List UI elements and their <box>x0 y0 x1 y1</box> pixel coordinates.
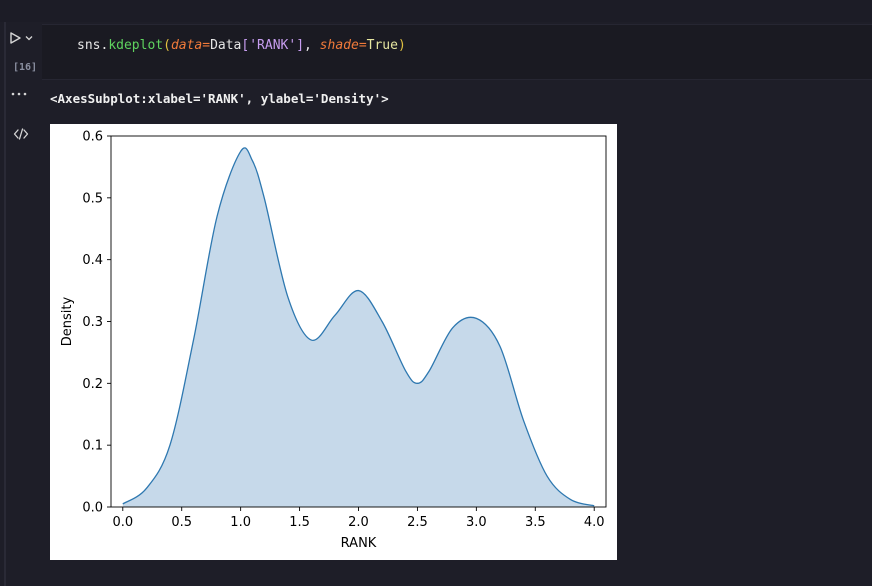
y-tick-label: 0.3 <box>82 315 103 330</box>
y-axis-label: Density <box>60 296 75 346</box>
x-tick-label: 3.5 <box>525 515 546 530</box>
window-top-bar <box>0 0 872 22</box>
x-tick-label: 1.5 <box>289 515 310 530</box>
code-token: ] <box>296 38 305 53</box>
x-tick-label: 0.5 <box>171 515 192 530</box>
y-tick-label: 0.5 <box>82 191 103 206</box>
run-controls <box>8 26 42 50</box>
output-repr: <AxesSubplot:xlabel='RANK', ylabel='Dens… <box>50 91 389 106</box>
code-token: , <box>304 38 320 53</box>
code-token: = <box>358 38 367 53</box>
code-token: sns <box>77 38 101 53</box>
y-tick-label: 0.0 <box>82 501 103 516</box>
code-token: True <box>366 38 398 53</box>
y-tick-label: 0.2 <box>82 377 103 392</box>
code-token: ( <box>163 38 171 53</box>
chevron-down-icon[interactable] <box>24 33 34 43</box>
code-token: kdeplot <box>108 38 164 53</box>
kde-area <box>122 147 595 507</box>
more-icon[interactable] <box>10 88 32 104</box>
x-axis-label: RANK <box>341 536 377 551</box>
y-tick-label: 0.4 <box>82 253 103 268</box>
x-tick-label: 2.0 <box>348 515 369 530</box>
code-token: ) <box>397 38 406 53</box>
play-icon[interactable] <box>8 31 22 45</box>
cell-gutter <box>4 22 6 586</box>
x-tick-label: 0.0 <box>112 515 133 530</box>
code-token: = <box>202 38 211 53</box>
code-icon[interactable] <box>13 126 31 142</box>
y-tick-label: 0.6 <box>82 130 103 145</box>
x-tick-label: 4.0 <box>584 515 605 530</box>
kde-chart: 0.0 0.5 1.0 1.5 2.0 2.5 3.0 3.5 4.0 0.0 0.1 0.2 0.3… <box>60 130 607 551</box>
code-editor[interactable]: sns.kdeplot(data=Data['RANK'], shade=Tru… <box>42 24 872 80</box>
x-tick-label: 1.0 <box>230 515 251 530</box>
code-token: Data <box>210 38 242 53</box>
x-tick-label: 3.0 <box>466 515 487 530</box>
execution-count: [16] <box>12 62 38 73</box>
plot-output: 0.0 0.5 1.0 1.5 2.0 2.5 3.0 3.5 4.0 0.0 0.1 0.2 0.3… <box>50 124 617 560</box>
code-token: shade <box>319 38 359 53</box>
code-token: 'RANK' <box>249 38 297 53</box>
y-tick-label: 0.1 <box>82 439 103 454</box>
x-tick-label: 2.5 <box>407 515 428 530</box>
code-line: sns.kdeplot(data=Data['RANK'], shade=Tru… <box>77 38 406 53</box>
code-token: data <box>170 38 203 53</box>
